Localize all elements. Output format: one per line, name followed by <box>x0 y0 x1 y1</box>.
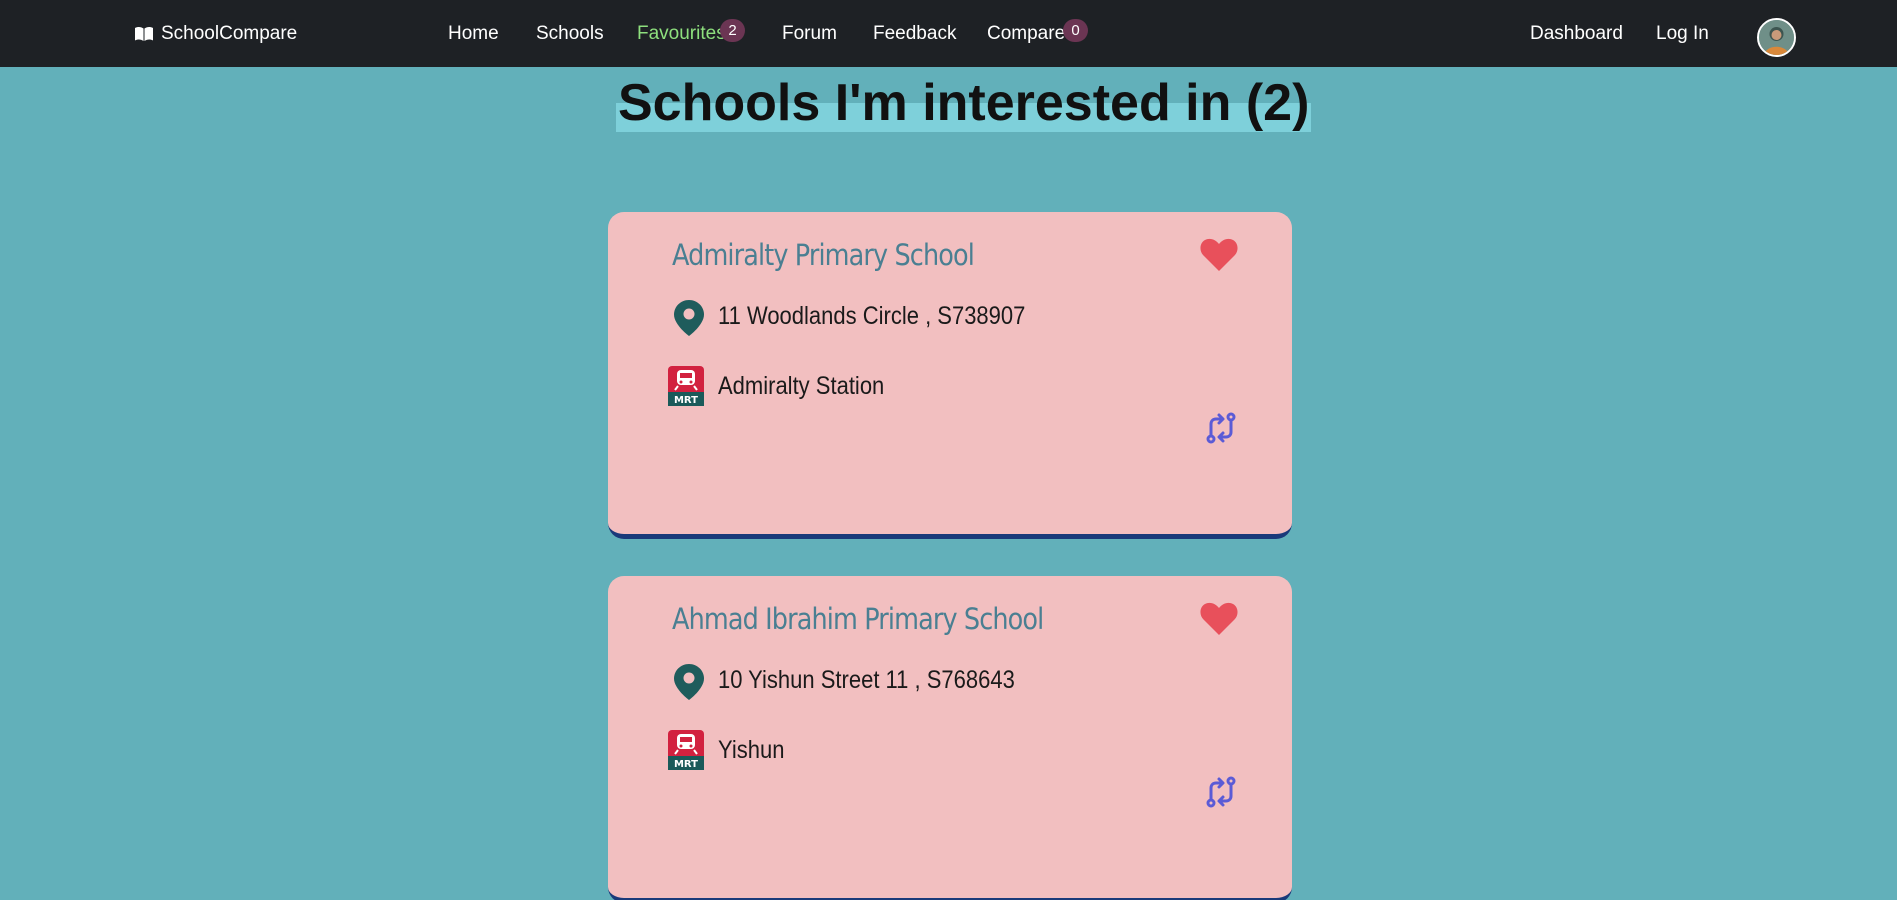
nav-dashboard[interactable]: Dashboard <box>1530 21 1623 47</box>
mrt-station-name: Yishun <box>718 736 785 764</box>
brand-link[interactable]: SchoolCompare <box>134 21 297 47</box>
school-address: 10 Yishun Street 11 , S768643 <box>718 666 1015 694</box>
mrt-train-icon: MRT <box>668 366 704 406</box>
map-pin-icon <box>674 300 704 336</box>
school-card[interactable]: Ahmad Ibrahim Primary School 10 Yishun S… <box>608 576 1292 900</box>
mrt-station-name: Admiralty Station <box>718 372 885 400</box>
school-card[interactable]: Admiralty Primary School 11 Woodlands Ci… <box>608 212 1292 539</box>
nav-schools[interactable]: Schools <box>536 21 604 47</box>
school-name[interactable]: Ahmad Ibrahim Primary School <box>672 602 1044 636</box>
brand-name: SchoolCompare <box>161 23 298 44</box>
open-book-icon <box>135 27 153 41</box>
user-avatar[interactable] <box>1757 18 1796 57</box>
top-navbar: SchoolCompare Home Schools Favourites 2 … <box>0 0 1897 67</box>
school-address: 11 Woodlands Circle , S738907 <box>718 302 1026 330</box>
nav-login[interactable]: Log In <box>1656 21 1709 47</box>
compare-arrows-icon[interactable] <box>1206 412 1236 444</box>
heart-icon[interactable] <box>1200 602 1238 636</box>
heart-icon[interactable] <box>1200 238 1238 272</box>
favourites-count-badge: 2 <box>720 19 745 42</box>
school-name[interactable]: Admiralty Primary School <box>672 238 975 272</box>
nav-feedback[interactable]: Feedback <box>873 21 956 47</box>
mrt-train-icon: MRT <box>668 730 704 770</box>
nav-compare[interactable]: Compare <box>987 21 1065 47</box>
compare-arrows-icon[interactable] <box>1206 776 1236 808</box>
compare-count-badge: 0 <box>1063 19 1088 42</box>
page-title-text: Schools I'm interested in (2) <box>616 74 1312 132</box>
nav-favourites[interactable]: Favourites <box>637 21 726 47</box>
svg-text:MRT: MRT <box>674 395 698 406</box>
page-title: Schools I'm interested in (2) <box>616 73 1312 133</box>
avatar-image <box>1759 20 1794 55</box>
nav-home[interactable]: Home <box>448 21 499 47</box>
nav-forum[interactable]: Forum <box>782 21 837 47</box>
svg-text:MRT: MRT <box>674 759 698 770</box>
map-pin-icon <box>674 664 704 700</box>
